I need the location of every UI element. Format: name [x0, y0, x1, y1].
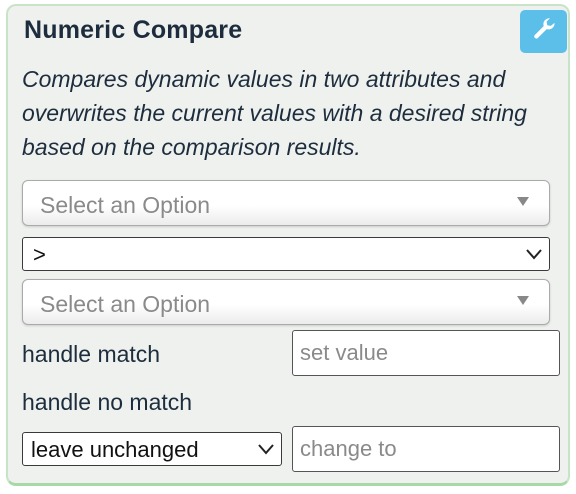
panel-description: Compares dynamic values in two attribute… — [22, 66, 527, 160]
attribute-a-select[interactable]: Select an Option — [22, 180, 550, 226]
operator-value: > — [33, 242, 46, 267]
no-match-action-select[interactable]: leave unchanged — [22, 432, 282, 466]
handle-match-label: handle match — [22, 341, 161, 367]
chevron-down-icon — [255, 438, 277, 465]
wrench-icon — [531, 16, 557, 47]
caret-down-icon — [517, 296, 529, 305]
set-value-input[interactable] — [292, 330, 560, 376]
settings-button[interactable] — [520, 10, 567, 53]
caret-down-icon — [517, 197, 529, 206]
attribute-a-placeholder: Select an Option — [40, 192, 211, 218]
change-to-input[interactable] — [292, 426, 560, 472]
no-match-action-value: leave unchanged — [31, 437, 199, 462]
attribute-b-select[interactable]: Select an Option — [22, 279, 550, 325]
operator-select[interactable]: > — [22, 237, 550, 271]
attribute-b-placeholder: Select an Option — [40, 291, 211, 317]
handle-no-match-label: handle no match — [22, 389, 193, 415]
chevron-down-icon — [523, 243, 545, 270]
panel-title: Numeric Compare — [24, 16, 243, 44]
numeric-compare-panel: Numeric Compare Compares dynamic values … — [6, 4, 570, 486]
